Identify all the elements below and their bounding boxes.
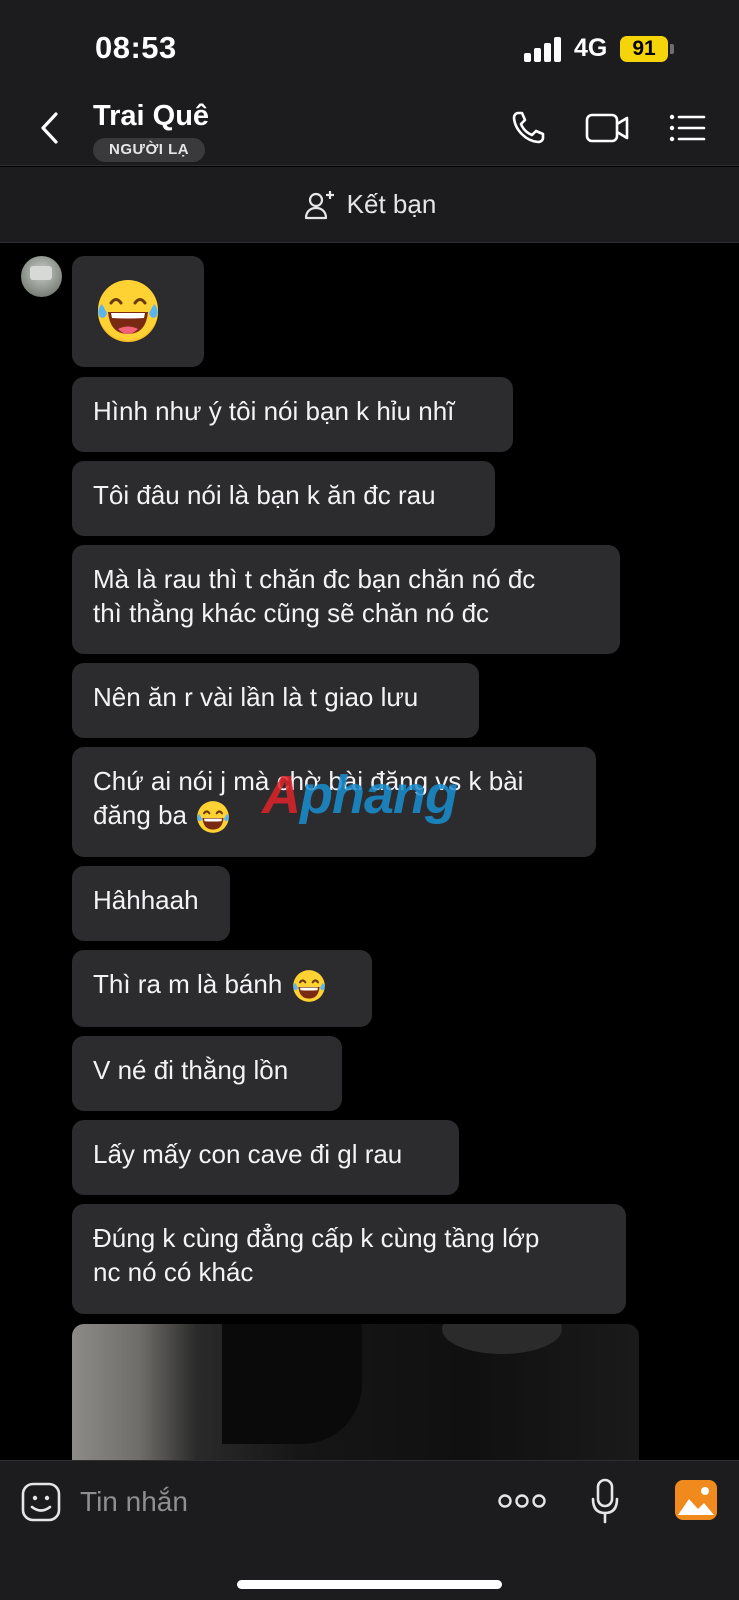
network-type: 4G bbox=[574, 34, 608, 62]
signal-icon bbox=[524, 36, 564, 62]
video-call-icon[interactable] bbox=[584, 108, 630, 148]
status-time: 08:53 bbox=[95, 30, 177, 65]
message-text: Hâhhaah bbox=[93, 885, 199, 915]
microphone-icon[interactable] bbox=[590, 1477, 620, 1525]
battery-icon: 91 bbox=[620, 36, 668, 62]
contact-name[interactable]: Trai Quê bbox=[93, 100, 209, 133]
laughing-tears-emoji-icon bbox=[197, 801, 230, 833]
add-friend-icon bbox=[304, 190, 334, 219]
message-text-line: Đúng k cùng đẳng cấp k cùng tầng lớp bbox=[93, 1223, 540, 1253]
message-bubble[interactable]: Tôi đâu nói là bạn k ăn đc rau bbox=[72, 461, 495, 536]
message-text: Nên ăn r vài lần là t giao lưu bbox=[93, 682, 419, 712]
message-input[interactable] bbox=[80, 1479, 460, 1525]
message-bubble[interactable]: Đúng k cùng đẳng cấp k cùng tầng lớp nc … bbox=[72, 1204, 626, 1314]
menu-list-icon[interactable] bbox=[666, 108, 710, 148]
message-bubble[interactable]: Hình như ý tôi nói bạn k hỉu nhĩ bbox=[72, 377, 513, 452]
message-text: Lấy mấy con cave đi gl rau bbox=[93, 1139, 403, 1169]
laughing-tears-emoji-icon bbox=[98, 280, 158, 342]
battery-tip bbox=[670, 44, 674, 54]
message-bubble[interactable]: Nên ăn r vài lần là t giao lưu bbox=[72, 663, 479, 738]
stranger-badge: NGƯỜI LẠ bbox=[93, 138, 206, 162]
gallery-icon[interactable] bbox=[674, 1479, 718, 1521]
chat-header: Trai Quê NGƯỜI LẠ bbox=[0, 90, 739, 166]
status-bar: 08:53 4G 91 bbox=[0, 0, 739, 90]
home-indicator bbox=[237, 1580, 502, 1589]
message-text: Thì ra m là bánh bbox=[93, 969, 283, 999]
message-text: Hình như ý tôi nói bạn k hỉu nhĩ bbox=[93, 396, 455, 426]
back-icon[interactable] bbox=[34, 108, 68, 148]
message-text: V né đi thằng lồn bbox=[93, 1055, 289, 1085]
message-text: Tôi đâu nói là bạn k ăn đc rau bbox=[93, 480, 436, 510]
add-friend-label: Kết bạn bbox=[346, 189, 437, 219]
message-text-line: thì thằng khác cũng sẽ chăn nó đc bbox=[93, 598, 490, 628]
photo-message[interactable] bbox=[72, 1324, 639, 1460]
message-bubble[interactable]: Mà là rau thì t chăn đc bạn chăn nó đc t… bbox=[72, 545, 620, 654]
message-text-line: nc nó có khác bbox=[93, 1257, 254, 1287]
message-bubble[interactable]: Lấy mấy con cave đi gl rau bbox=[72, 1120, 459, 1195]
message-bubble[interactable]: Thì ra m là bánh bbox=[72, 950, 372, 1027]
sticker-icon[interactable] bbox=[20, 1481, 62, 1523]
message-bubble[interactable]: V né đi thằng lồn bbox=[72, 1036, 342, 1111]
message-bubble[interactable] bbox=[72, 256, 204, 367]
watermark-logo: Aphang bbox=[262, 765, 458, 825]
more-options-icon[interactable] bbox=[498, 1491, 546, 1511]
message-bubble[interactable]: Hâhhaah bbox=[72, 866, 230, 941]
message-text-line: Mà là rau thì t chăn đc bạn chăn nó đc bbox=[93, 564, 536, 594]
message-text-line: đăng ba bbox=[93, 800, 187, 830]
contact-avatar[interactable] bbox=[21, 256, 62, 297]
chat-screen: 08:53 4G 91 Trai Quê NGƯỜI LẠ Kết bạn Hì… bbox=[0, 0, 739, 1600]
phone-icon[interactable] bbox=[508, 108, 552, 148]
laughing-tears-emoji-icon bbox=[292, 970, 325, 1002]
message-list[interactable]: Hình như ý tôi nói bạn k hỉu nhĩ Tôi đâu… bbox=[0, 244, 739, 1460]
add-friend-button[interactable]: Kết bạn bbox=[0, 167, 739, 243]
message-input-bar bbox=[0, 1460, 739, 1600]
